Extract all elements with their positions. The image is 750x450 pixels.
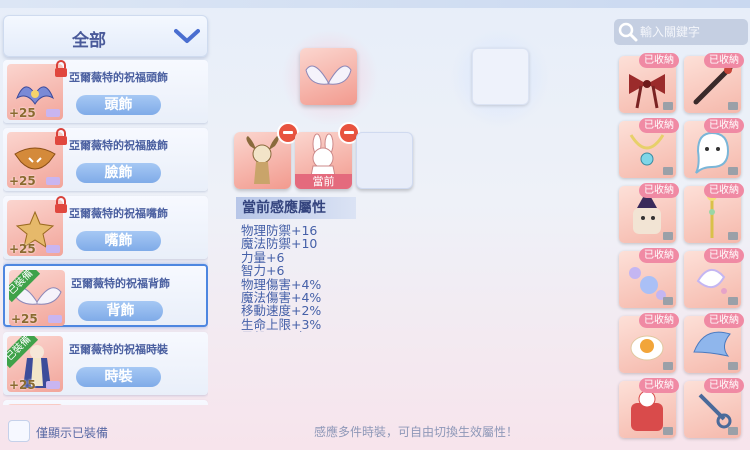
stored-item-tile[interactable]: 已收納: [619, 118, 679, 178]
attribute-line: 智力+6: [241, 263, 285, 279]
stored-badge: 已收納: [704, 248, 744, 263]
list-item-selected[interactable]: 已裝備 +25 亞爾薇特的祝福背飾 背飾: [3, 264, 208, 327]
marker-icon: [728, 102, 738, 110]
current-tag: 當前: [295, 174, 352, 189]
stored-badge: 已收納: [639, 378, 679, 393]
item-name: 亞爾薇特的祝福嘴飾: [69, 207, 168, 220]
slot-label: 時裝: [76, 367, 161, 387]
sub-slot-empty[interactable]: [356, 132, 413, 189]
top-strip: [0, 0, 750, 8]
rarity-icon: [46, 177, 60, 185]
stored-badge: 已收納: [704, 118, 744, 133]
item-name: 亞爾薇特的祝福背飾: [71, 277, 170, 290]
rarity-icon: [46, 109, 60, 117]
attribute-line: 魔法防禦+10: [241, 236, 318, 252]
marker-icon: [663, 427, 673, 435]
marker-icon: [663, 102, 673, 110]
slot-label: 嘴飾: [76, 231, 161, 251]
empty-slot[interactable]: [472, 48, 529, 105]
item-list-panel: 全部 +25 亞爾薇特的祝福頭飾 頭飾 +25 亞爾薇特的祝福臉飾 臉飾 +25…: [0, 8, 215, 450]
attribute-line: 物理防禦+16: [241, 224, 318, 238]
hint-text: 感應多件時裝，可自由切換生效屬性！: [314, 425, 519, 439]
rarity-icon: [46, 381, 60, 389]
wings-icon: [305, 65, 352, 85]
attributes-header: 當前感應屬性: [236, 197, 356, 219]
checkbox[interactable]: [8, 420, 30, 442]
marker-icon: [728, 362, 738, 370]
item-level: +25: [11, 312, 38, 326]
slot-label: 臉飾: [76, 163, 161, 183]
marker-icon: [663, 297, 673, 305]
stored-item-tile[interactable]: 已收納: [619, 378, 679, 438]
item-name: 亞爾薇特的祝福頭飾: [69, 71, 168, 84]
item-level: +25: [9, 174, 36, 188]
stored-badge: 已收納: [639, 313, 679, 328]
marker-icon: [728, 167, 738, 175]
marker-icon: [728, 297, 738, 305]
stored-badge: 已收納: [639, 248, 679, 263]
item-level: +25: [9, 106, 36, 120]
lock-icon: [53, 196, 69, 218]
item-name: 亞爾薇特的祝福臉飾: [69, 139, 168, 152]
list-item[interactable]: +25 亞爾薇特的祝福頭飾 頭飾: [3, 60, 208, 123]
stored-item-tile[interactable]: 已收納: [619, 183, 679, 243]
item-level: +25: [9, 378, 36, 392]
marker-icon: [663, 167, 673, 175]
marker-icon: [663, 232, 673, 240]
stored-item-tile[interactable]: 已收納: [619, 53, 679, 113]
attribute-line: 物理傷害+4%: [241, 276, 322, 292]
item-list[interactable]: +25 亞爾薇特的祝福頭飾 頭飾 +25 亞爾薇特的祝福臉飾 臉飾 +25 亞爾…: [3, 60, 208, 405]
attribute-line: 生命上限+3%: [241, 316, 322, 332]
list-item[interactable]: +25 亞爾薇特的祝福嘴飾 嘴飾: [3, 196, 208, 259]
sub-slot[interactable]: [234, 122, 299, 189]
stored-badge: 已收納: [639, 183, 679, 198]
list-item[interactable]: 已裝備 +25 亞爾薇特的祝福時裝 時裝: [3, 332, 208, 395]
costume-icon: 已裝備 +25: [7, 336, 63, 392]
show-equipped-only-label: 僅顯示已裝備: [36, 426, 109, 440]
item-name: 亞爾薇特的祝福時裝: [69, 343, 168, 356]
marker-icon: [728, 232, 738, 240]
stored-items-panel: 已收納已收納已收納已收納已收納已收納已收納已收納已收納已收納已收納已收納: [608, 14, 750, 450]
item-thumbnail: [7, 404, 63, 405]
attribute-line: 魔法傷害+4%: [241, 290, 322, 306]
stored-badge: 已收納: [704, 313, 744, 328]
list-item[interactable]: +25 亞爾薇特的祝福臉飾 臉飾: [3, 128, 208, 191]
stored-item-tile[interactable]: 已收納: [619, 313, 679, 373]
search-input[interactable]: [640, 23, 745, 41]
attribute-line: 暴擊+10時一現: [241, 331, 381, 332]
chevron-down-icon: [174, 28, 200, 48]
slot-label: 背飾: [78, 301, 163, 321]
slot-label: 頭飾: [76, 95, 161, 115]
stored-item-tile[interactable]: 已收納: [619, 248, 679, 308]
stored-badge: 已收納: [639, 53, 679, 68]
marker-icon: [663, 362, 673, 370]
rarity-icon: [46, 245, 60, 253]
equipped-back-slot[interactable]: [300, 48, 357, 105]
stored-item-tile[interactable]: 已收納: [684, 378, 744, 438]
stored-item-tile[interactable]: 已收納: [684, 313, 744, 373]
lock-icon: [53, 128, 69, 150]
stored-badge: 已收納: [639, 118, 679, 133]
stored-item-tile[interactable]: 已收納: [684, 183, 744, 243]
list-item[interactable]: [3, 400, 208, 405]
stored-badge: 已收納: [704, 378, 744, 393]
stored-badge: 已收納: [704, 183, 744, 198]
search-box[interactable]: [614, 19, 748, 45]
stored-badge: 已收納: [704, 53, 744, 68]
stored-item-tile[interactable]: 已收納: [684, 248, 744, 308]
attribute-line: 力量+6: [241, 249, 285, 265]
stored-item-tile[interactable]: 已收納: [684, 53, 744, 113]
category-filter-label: 全部: [72, 31, 106, 51]
attribute-line: 移動速度+2%: [241, 303, 322, 319]
marker-icon: [728, 427, 738, 435]
wings-back-icon: 已裝備 +25: [9, 270, 65, 326]
category-filter-dropdown[interactable]: 全部: [3, 15, 208, 57]
rarity-icon: [48, 315, 62, 323]
search-icon: [618, 22, 638, 46]
attributes-list: 物理防禦+16 魔法防禦+10 力量+6 智力+6 物理傷害+4% 魔法傷害+4% 移動速度…: [241, 224, 381, 332]
item-level: +25: [9, 242, 36, 256]
lock-icon: [53, 60, 69, 82]
sub-slot-current[interactable]: 當前: [295, 122, 360, 189]
stored-item-tile[interactable]: 已收納: [684, 118, 744, 178]
